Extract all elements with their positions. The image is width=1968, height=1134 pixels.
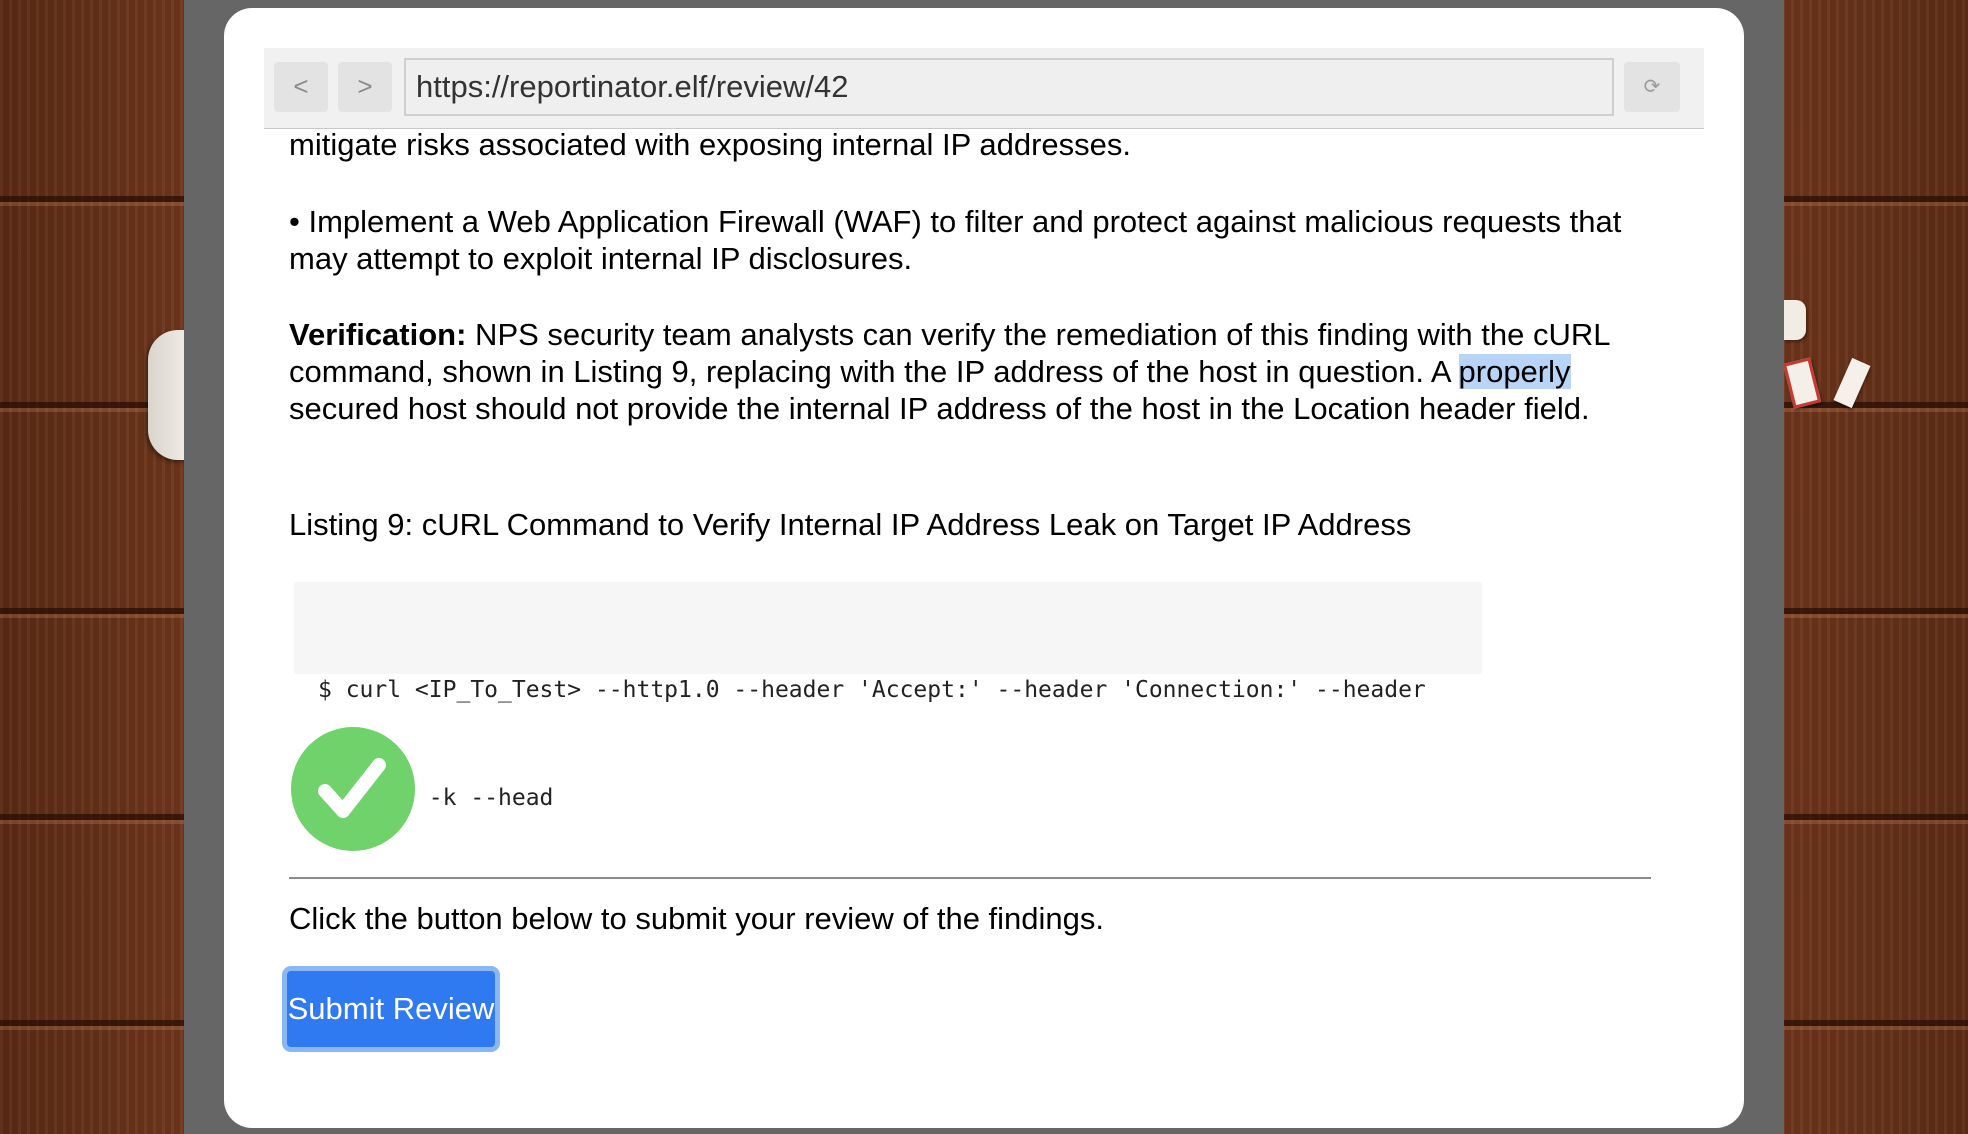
reload-icon[interactable]: ⟳: [1624, 62, 1680, 112]
submit-instruction: Click the button below to submit your re…: [289, 901, 1105, 936]
checkmark-icon: [291, 727, 415, 851]
desk-prop-right-top: [1784, 300, 1806, 340]
mitigation-paragraph: mitigate risks associated with exposing …: [289, 127, 1132, 162]
code-listing: $ curl <IP_To_Test> --http1.0 --header '…: [294, 582, 1482, 811]
code-line: 'Host:' -k --head: [318, 785, 554, 811]
address-bar[interactable]: https://reportinator.elf/review/42: [404, 58, 1614, 116]
verification-text-start: NPS security team analysts can verify th…: [289, 317, 1610, 389]
code-line: $ curl <IP_To_Test> --http1.0 --header '…: [318, 677, 1426, 703]
section-divider: [289, 877, 1651, 879]
submit-review-button[interactable]: Submit Review: [282, 966, 500, 1052]
back-button[interactable]: <: [274, 62, 328, 112]
verification-paragraph: Verification: NPS security team analysts…: [289, 316, 1669, 427]
review-window: < > https://reportinator.elf/review/42 ⟳…: [224, 8, 1744, 1128]
browser-toolbar: < > https://reportinator.elf/review/42 ⟳: [264, 48, 1704, 129]
verification-text-end: secured host should not provide the inte…: [289, 391, 1590, 426]
listing-caption: Listing 9: cURL Command to Verify Intern…: [289, 507, 1412, 542]
forward-button[interactable]: >: [338, 62, 392, 112]
selected-text-highlight: properly: [1458, 354, 1571, 389]
waf-bullet: • Implement a Web Application Firewall (…: [289, 204, 1622, 276]
verification-label: Verification:: [289, 317, 467, 352]
